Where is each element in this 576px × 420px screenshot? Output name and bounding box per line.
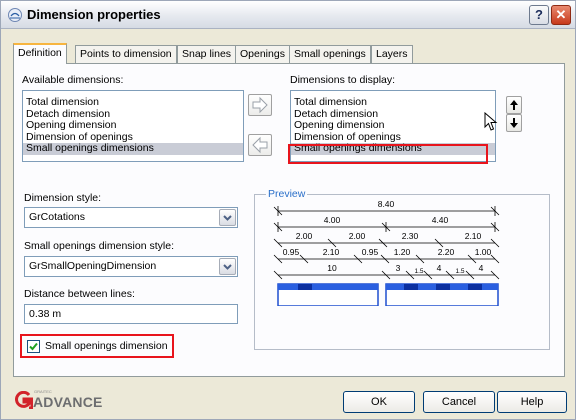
available-dimensions-list[interactable]: Total dimension Detach dimension Opening…	[22, 90, 244, 162]
list-item[interactable]: Opening dimension	[23, 119, 243, 132]
arrow-up-icon	[510, 100, 518, 110]
list-item[interactable]: Total dimension	[291, 96, 495, 109]
title-help-button[interactable]: ?	[529, 5, 549, 25]
move-up-button[interactable]	[506, 96, 522, 114]
dimension-style-value: GrCotations	[29, 211, 86, 223]
dimension-style-label: Dimension style:	[24, 192, 102, 204]
svg-text:1.20: 1.20	[394, 247, 411, 257]
ok-button[interactable]: OK	[343, 391, 415, 413]
list-item[interactable]: Total dimension	[23, 96, 243, 109]
svg-text:1.5: 1.5	[455, 268, 464, 275]
add-dimension-button[interactable]	[248, 94, 272, 116]
help-button[interactable]: Help	[497, 391, 567, 413]
title-bar: Dimension properties ? ✕	[1, 1, 575, 29]
svg-text:2.00: 2.00	[349, 231, 366, 241]
move-down-button[interactable]	[506, 114, 522, 132]
arrow-down-icon	[510, 118, 518, 128]
tab-layers[interactable]: Layers	[371, 45, 413, 63]
arrow-left-icon	[252, 136, 268, 154]
tab-small-openings[interactable]: Small openings	[289, 45, 371, 63]
checkmark-icon	[29, 342, 38, 351]
svg-text:2.10: 2.10	[465, 231, 482, 241]
distance-between-lines-label: Distance between lines:	[24, 288, 135, 300]
distance-between-lines-input[interactable]: 0.38 m	[24, 304, 238, 324]
dimension-style-select[interactable]: GrCotations	[24, 207, 238, 228]
svg-text:2.10: 2.10	[323, 247, 340, 257]
tick-marks	[273, 206, 500, 280]
svg-text:1.00: 1.00	[475, 247, 492, 257]
dimension-properties-window: Dimension properties ? ✕ Definition Poin…	[0, 0, 576, 420]
list-item-selected[interactable]: Small openings dimensions	[23, 142, 243, 155]
dropdown-button[interactable]	[219, 258, 236, 275]
svg-text:0.95: 0.95	[283, 247, 300, 257]
svg-text:2.20: 2.20	[438, 247, 455, 257]
svg-text:4.00: 4.00	[324, 215, 341, 225]
svg-text:4.40: 4.40	[432, 215, 449, 225]
tab-openings[interactable]: Openings	[235, 45, 290, 63]
tab-definition[interactable]: Definition	[13, 43, 67, 64]
logo-text: ADVANCE	[33, 394, 103, 410]
small-openings-dimension-checkbox[interactable]	[27, 340, 40, 353]
title-close-button[interactable]: ✕	[551, 5, 571, 25]
svg-text:8.40: 8.40	[378, 199, 395, 209]
dropdown-button[interactable]	[219, 209, 236, 226]
svg-text:4: 4	[437, 263, 442, 273]
window-title: Dimension properties	[27, 7, 161, 22]
dimension-lines	[278, 210, 495, 276]
mouse-cursor-icon	[484, 112, 498, 131]
wall-section	[277, 283, 499, 306]
svg-text:1.5: 1.5	[414, 268, 423, 275]
cancel-button[interactable]: Cancel	[423, 391, 495, 413]
svg-text:2.30: 2.30	[402, 231, 419, 241]
preview-drawing: 8.40 4.00 4.40 2.00 2.00 2.30 2.10 0.95 …	[273, 199, 500, 306]
svg-text:3: 3	[396, 263, 401, 273]
small-openings-style-select[interactable]: GrSmallOpeningDimension	[24, 256, 238, 277]
available-dimensions-label: Available dimensions:	[22, 74, 124, 86]
chevron-down-icon	[223, 264, 232, 270]
svg-text:0.95: 0.95	[362, 247, 379, 257]
logo-g-icon	[15, 391, 33, 409]
small-openings-style-label: Small openings dimension style:	[24, 240, 174, 252]
definition-panel: Available dimensions: Total dimension De…	[13, 63, 565, 377]
preview-values: 8.40 4.00 4.40 2.00 2.00 2.30 2.10 0.95 …	[283, 199, 492, 275]
dimensions-to-display-label: Dimensions to display:	[290, 74, 396, 86]
chevron-down-icon	[223, 215, 232, 221]
advance-logo: GRAITEC ADVANCE	[15, 389, 105, 411]
svg-text:2.00: 2.00	[296, 231, 313, 241]
remove-dimension-button[interactable]	[248, 134, 272, 156]
svg-text:10: 10	[327, 263, 337, 273]
svg-text:4: 4	[479, 263, 484, 273]
tab-points-to-dimension[interactable]: Points to dimension	[75, 45, 177, 63]
tab-snap-lines[interactable]: Snap lines	[177, 45, 237, 63]
small-openings-style-value: GrSmallOpeningDimension	[29, 260, 157, 272]
highlight-box	[288, 144, 488, 164]
list-item[interactable]: Opening dimension	[291, 119, 495, 132]
small-openings-dimension-label: Small openings dimension	[45, 340, 168, 352]
dimension-icon	[8, 8, 22, 22]
arrow-right-icon	[252, 96, 268, 114]
